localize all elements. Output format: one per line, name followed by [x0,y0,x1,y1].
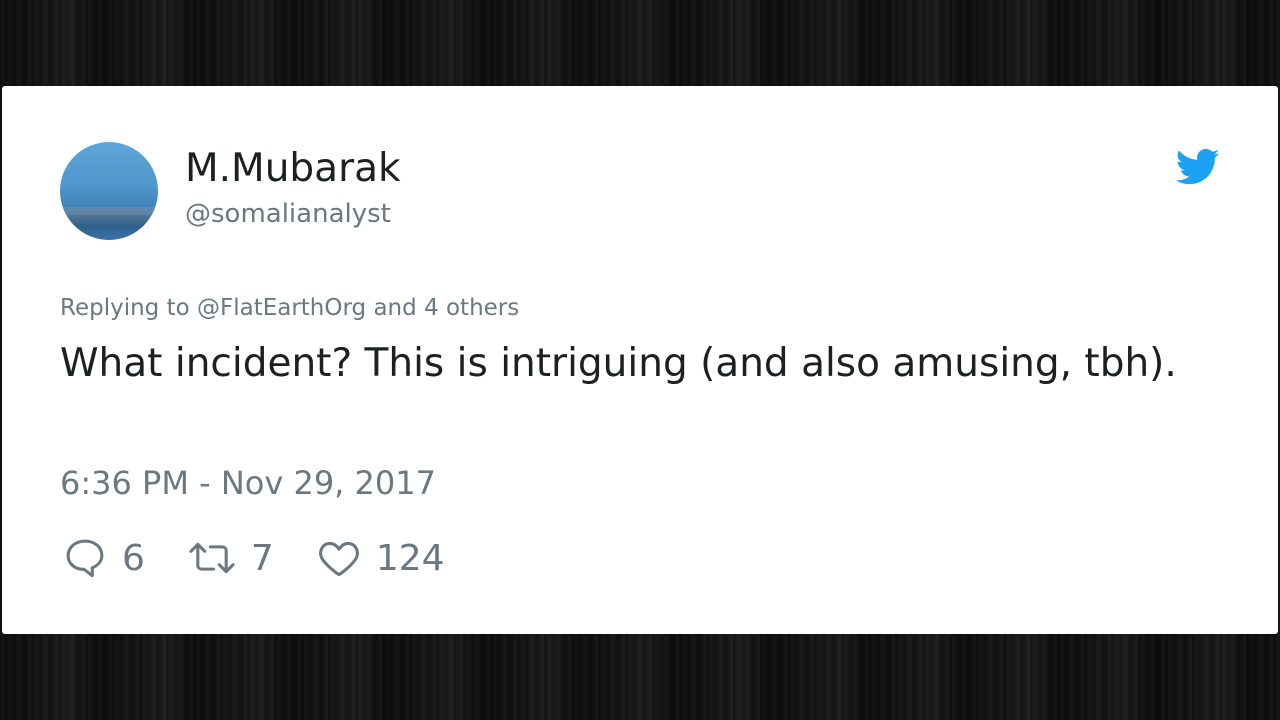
timestamp[interactable]: 6:36 PM - Nov 29, 2017 [60,464,436,502]
reply-bubble-icon [66,539,104,578]
reply-button[interactable]: 6 [62,535,145,581]
twitter-bird-icon[interactable] [1176,148,1220,186]
reply-count: 6 [122,537,145,579]
user-handle[interactable]: @somalianalyst [185,199,391,229]
avatar[interactable] [60,142,158,240]
tweet-actions: 6 7 124 [62,534,487,582]
retweet-button[interactable]: 7 [187,535,274,581]
retweet-count: 7 [250,537,274,579]
heart-icon [318,541,359,577]
replying-to[interactable]: Replying to @FlatEarthOrg and 4 others [60,295,519,321]
retweet-arrows-icon [189,542,235,574]
tweet-text: What incident? This is intriguing (and a… [60,341,1177,386]
like-count: 124 [375,537,445,579]
display-name[interactable]: M.Mubarak [185,146,401,191]
like-button[interactable]: 124 [316,535,445,581]
tweet-card: M.Mubarak @somalianalyst Replying to @Fl… [2,86,1278,634]
